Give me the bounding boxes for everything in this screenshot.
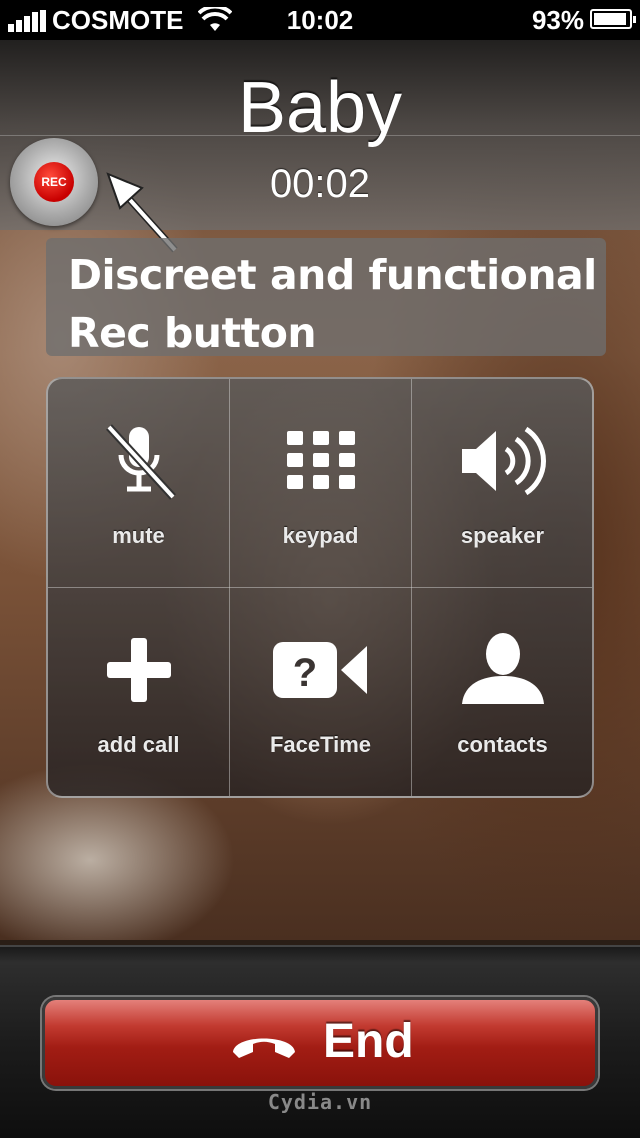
battery-icon (590, 9, 636, 29)
facetime-icon: ? (272, 642, 367, 698)
rec-button[interactable]: REC (10, 138, 98, 226)
annotation-line-2: Rec button (68, 309, 317, 357)
rec-label: REC (34, 162, 74, 202)
facetime-label: FaceTime (269, 732, 372, 757)
keypad-icon (286, 431, 355, 489)
speaker-button[interactable]: speaker (412, 379, 592, 587)
annotation-caption: Discreet and functional Rec button (46, 238, 606, 357)
keypad-button[interactable]: keypad (230, 379, 411, 587)
end-label: End (323, 1015, 414, 1068)
add-call-button[interactable]: add call (48, 588, 229, 796)
contacts-button[interactable]: contacts (412, 588, 592, 796)
mute-icon (105, 424, 176, 500)
end-call-button[interactable]: End (42, 997, 598, 1089)
speaker-label: speaker (460, 523, 545, 548)
contacts-label: contacts (457, 732, 548, 757)
caller-name: Baby (237, 68, 403, 148)
add-call-label: add call (97, 732, 180, 757)
mute-label: mute (112, 523, 165, 548)
facetime-button[interactable]: ? FaceTime (230, 588, 411, 796)
annotation-line-1: Discreet and functional (68, 251, 597, 299)
call-controls-grid: mute keypad speaker add call ? FaceTime … (46, 377, 594, 798)
hang-up-icon (233, 1038, 295, 1058)
status-bar: COSMOTE 10:02 93% (0, 0, 640, 40)
add-call-icon (106, 638, 171, 702)
svg-text:?: ? (292, 651, 316, 695)
contacts-icon (461, 633, 544, 704)
battery-percent: 93% (531, 5, 584, 35)
keypad-label: keypad (282, 523, 359, 548)
call-header: Baby 00:02 (0, 40, 640, 230)
mute-button[interactable]: mute (48, 379, 229, 587)
speaker-icon (461, 426, 546, 496)
watermark: Cydia.vn (267, 1090, 373, 1114)
